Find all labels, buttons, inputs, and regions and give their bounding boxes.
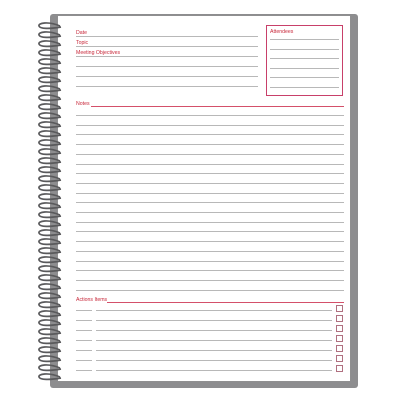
spiral-coil: [38, 49, 62, 57]
spiral-coil: [38, 112, 62, 120]
notes-line[interactable]: [76, 192, 344, 194]
attendee-line[interactable]: [270, 48, 339, 50]
spiral-coil: [38, 247, 62, 255]
spiral-coil: [38, 211, 62, 219]
notes-line[interactable]: [76, 182, 344, 184]
spiral-coil: [38, 166, 62, 174]
spiral-coil: [38, 175, 62, 183]
date-line[interactable]: [76, 36, 258, 37]
attendees-box: [266, 25, 343, 96]
notes-line[interactable]: [76, 270, 344, 272]
spiral-coil: [38, 184, 62, 192]
action-item-checkbox[interactable]: [336, 325, 343, 332]
notes-line[interactable]: [76, 124, 344, 126]
spiral-coil: [38, 94, 62, 102]
spiral-coil: [38, 85, 62, 93]
notes-line[interactable]: [76, 241, 344, 243]
spiral-coil: [38, 301, 62, 309]
attendee-line[interactable]: [270, 77, 339, 78]
spiral-coil: [38, 193, 62, 201]
attendee-line[interactable]: [270, 67, 339, 69]
spiral-binding: [38, 22, 62, 381]
action-item-marker: [76, 320, 92, 321]
spiral-coil: [38, 364, 62, 372]
attendee-line[interactable]: [270, 86, 339, 88]
action-item-checkbox[interactable]: [336, 345, 343, 352]
action-item-line[interactable]: [96, 310, 332, 311]
spiral-coil: [38, 202, 62, 210]
notes-line[interactable]: [76, 212, 344, 213]
notes-line[interactable]: [76, 144, 344, 146]
action-item-line[interactable]: [96, 330, 332, 331]
spiral-coil: [38, 31, 62, 39]
notes-line[interactable]: [76, 289, 344, 291]
notes-line[interactable]: [76, 153, 344, 155]
action-item-marker: [76, 340, 92, 341]
notes-header-rule: [91, 106, 344, 107]
notes-line[interactable]: [76, 115, 344, 116]
spiral-coil: [38, 220, 62, 228]
spiral-coil: [38, 157, 62, 165]
action-item-checkbox[interactable]: [336, 335, 343, 342]
notes-line[interactable]: [76, 260, 344, 262]
notes-line[interactable]: [76, 231, 344, 233]
spiral-coil: [38, 58, 62, 66]
spiral-coil: [38, 373, 62, 381]
spiral-coil: [38, 310, 62, 318]
spiral-coil: [38, 238, 62, 246]
action-item-marker: [76, 330, 92, 331]
spiral-coil: [38, 148, 62, 156]
spiral-coil: [38, 274, 62, 282]
action-item-marker: [76, 360, 92, 361]
action-item-line[interactable]: [96, 320, 332, 321]
notes-label: Notes: [76, 101, 90, 107]
notes-line[interactable]: [76, 279, 344, 281]
attendee-line[interactable]: [270, 39, 339, 40]
action-item-line[interactable]: [96, 360, 332, 361]
spiral-coil: [38, 22, 62, 30]
objectives-line[interactable]: [76, 56, 258, 57]
action-item-marker: [76, 370, 92, 371]
notes-line[interactable]: [76, 163, 344, 165]
action-item-checkbox[interactable]: [336, 365, 343, 372]
spiral-coil: [38, 355, 62, 363]
spiral-coil: [38, 40, 62, 48]
action-item-checkbox[interactable]: [336, 305, 343, 312]
topic-line[interactable]: [76, 46, 258, 47]
spiral-coil: [38, 130, 62, 138]
spiral-coil: [38, 229, 62, 237]
actions-items-label: Actions Items: [76, 297, 108, 303]
spiral-coil: [38, 319, 62, 327]
action-item-line[interactable]: [96, 370, 332, 371]
spiral-coil: [38, 265, 62, 273]
action-item-line[interactable]: [96, 340, 332, 341]
action-item-checkbox[interactable]: [336, 315, 343, 322]
notes-line[interactable]: [76, 202, 344, 204]
action-item-line[interactable]: [96, 350, 332, 351]
objectives-line[interactable]: [76, 66, 258, 67]
action-item-marker: [76, 350, 92, 351]
spiral-coil: [38, 67, 62, 75]
spiral-coil: [38, 292, 62, 300]
spiral-coil: [38, 328, 62, 336]
spiral-coil: [38, 76, 62, 84]
objectives-line[interactable]: [76, 76, 258, 77]
notes-line[interactable]: [76, 134, 344, 136]
notes-line[interactable]: [76, 173, 344, 175]
notes-line[interactable]: [76, 250, 344, 252]
spiral-coil: [38, 256, 62, 264]
spiral-coil: [38, 121, 62, 129]
actions-header-rule: [107, 302, 344, 303]
attendees-label: Attendees: [270, 29, 294, 35]
action-item-marker: [76, 310, 92, 311]
action-item-checkbox[interactable]: [336, 355, 343, 362]
objectives-line[interactable]: [76, 86, 258, 87]
notes-line[interactable]: [76, 221, 344, 223]
spiral-coil: [38, 337, 62, 345]
spiral-coil: [38, 139, 62, 147]
spiral-coil: [38, 346, 62, 354]
spiral-coil: [38, 283, 62, 291]
spiral-coil: [38, 103, 62, 111]
attendee-line[interactable]: [270, 58, 339, 59]
